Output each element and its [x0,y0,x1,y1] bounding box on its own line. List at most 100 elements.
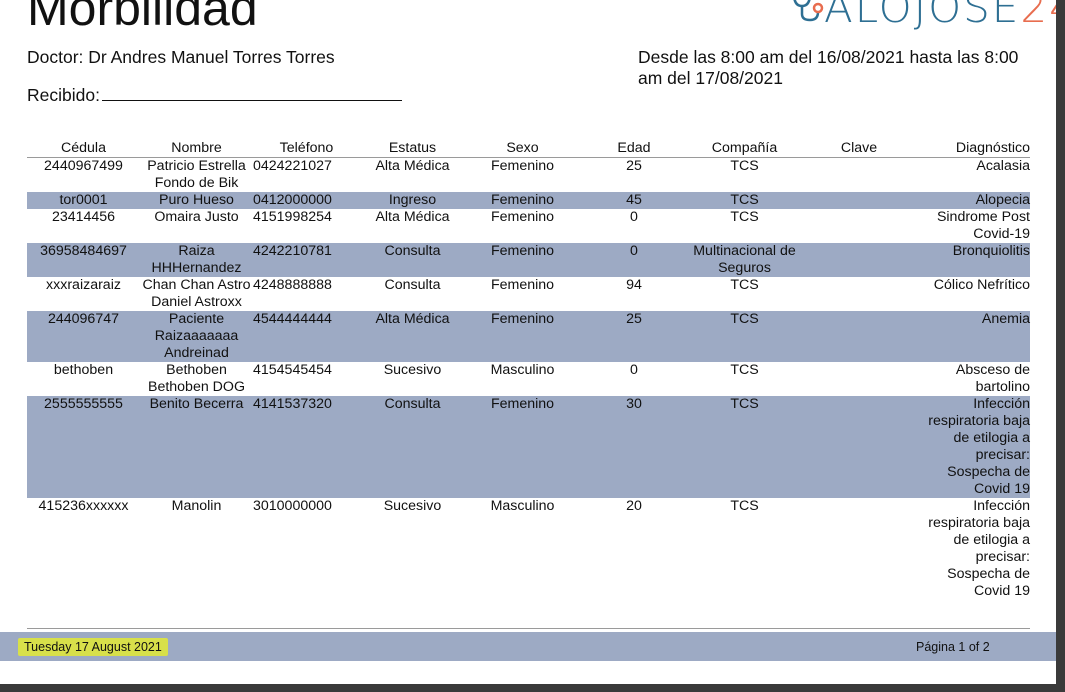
cell-nombre: Manolin [171,498,222,514]
doctor-name: Doctor: Dr Andres Manuel Torres Torres [27,47,335,67]
cell-clave [801,158,917,193]
cell-diagnostico: Acalasia [976,158,1030,174]
cell-edad: 20 [626,498,642,514]
cell-edad: 0 [630,209,638,225]
morbidity-table: Cédula Nombre Teléfono Estatus Sexo Edad… [27,138,1030,600]
report-title: Morbilidad [27,0,258,36]
table-row: 36958484697 Raiza HHHernandez 4242210781 Co… [27,243,1030,277]
cell-sexo: Femenino [490,209,555,225]
cell-sexo: Masculino [490,362,555,378]
cell-clave [801,311,917,362]
viewer-background [0,684,1065,692]
received-label: Recibido: [27,85,100,105]
cell-telefono: 0412000000 [253,192,360,209]
cell-telefono: 0424221027 [253,158,332,174]
cell-clave [801,243,917,277]
cell-diagnostico: Cólico Nefrítico [933,277,1030,293]
cell-sexo: Femenino [490,158,555,174]
cell-telefono: 4242210781 [253,243,360,277]
cell-cedula: xxxraizaraiz [46,277,121,293]
cell-compania: TCS [730,498,759,514]
cell-sexo: Femenino [465,243,580,277]
table-row: xxxraizaraiz Chan Chan Astro Daniel Astro… [27,277,1030,311]
table-header-row: Cédula Nombre Teléfono Estatus Sexo Edad… [27,138,1030,158]
stethoscope-icon [793,0,824,22]
col-header-cedula: Cédula [27,138,140,158]
col-header-compania: Compañía [688,138,801,158]
cell-clave [801,209,917,243]
col-header-sexo: Sexo [465,138,580,158]
cell-edad: 0 [580,243,688,277]
cell-sexo: Femenino [490,277,555,293]
cell-cedula: 23414456 [51,209,116,225]
report-page: Morbilidad ALOJOSE24 Doctor: Dr Andres M… [0,0,1056,684]
cell-compania: Multinacional de Seguros [688,243,801,277]
cell-estatus: Alta Médica [360,311,465,362]
table-row: 244096747 Paciente Raizaaaaaaa Andreinad 4… [27,311,1030,362]
cell-estatus: Ingreso [360,192,465,209]
cell-nombre: Omaira Justo [154,209,239,225]
viewer-background-right [1056,0,1065,692]
cell-estatus: Sucesivo [383,362,442,378]
col-header-diagnostico: Diagnóstico [917,138,1030,158]
cell-estatus: Alta Médica [375,209,450,225]
page-footer: Tuesday 17 August 2021 Página 1 of 2 [0,632,1056,661]
cell-compania: TCS [730,277,759,293]
cell-nombre: Bethoben Bethoben DOG [147,362,245,395]
cell-diagnostico: Alopecia [917,192,1030,209]
col-header-edad: Edad [580,138,688,158]
cell-nombre: Puro Hueso [140,192,253,209]
cell-sexo: Femenino [465,192,580,209]
col-header-clave: Clave [801,138,917,158]
received-field: Recibido: [27,84,402,106]
cell-estatus: Consulta [360,243,465,277]
cell-edad: 30 [580,396,688,498]
cell-nombre: Benito Becerra [140,396,253,498]
cell-edad: 25 [580,311,688,362]
cell-edad: 25 [626,158,642,174]
cell-diagnostico: Anemia [917,311,1030,362]
cell-cedula: 36958484697 [27,243,140,277]
cell-diagnostico: Infección respiratoria baja de etilogia … [928,498,1030,599]
cell-telefono: 4544444444 [253,311,360,362]
table-row: tor0001 Puro Hueso 0412000000 Ingreso Femeni… [27,192,1030,209]
table-row: 23414456 Omaira Justo 4151998254 Alta Médic… [27,209,1030,243]
cell-telefono: 4248888888 [253,277,332,293]
cell-compania: TCS [730,362,759,378]
table-row: bethoben Bethoben Bethoben DOG 4154545454 S… [27,362,1030,396]
cell-estatus: Alta Médica [375,158,450,174]
cell-telefono: 3010000000 [253,498,332,514]
cell-compania: TCS [730,158,759,174]
cell-estatus: Consulta [360,396,465,498]
cell-cedula: 2555555555 [27,396,140,498]
table-row: 415236xxxxxx Manolin 3010000000 Sucesivo Mas… [27,498,1030,600]
cell-compania: TCS [688,192,801,209]
cell-compania: TCS [688,396,801,498]
cell-cedula: 244096747 [27,311,140,362]
table-row: 2440967499 Patricio Estrella Fondo de Bik… [27,158,1030,193]
cell-clave [801,192,917,209]
cell-nombre: Chan Chan Astro Daniel Astroxx [142,277,251,310]
cell-telefono: 4151998254 [253,209,332,225]
cell-sexo: Masculino [490,498,555,514]
cell-telefono: 4154545454 [253,362,332,378]
logo-wordmark: ALOJOSE24 [824,0,1056,32]
page-number: Página 1 of 2 [916,640,990,654]
cell-edad: 94 [626,277,642,293]
cell-estatus: Sucesivo [383,498,442,514]
cell-cedula: 415236xxxxxx [38,498,129,514]
cell-nombre: Raiza HHHernandez [140,243,253,277]
cell-edad: 45 [580,192,688,209]
cell-clave [801,498,917,600]
cell-diagnostico: Infección respiratoria baja de etilogia … [917,396,1030,498]
cell-edad: 0 [630,362,638,378]
col-header-nombre: Nombre [140,138,253,158]
cell-estatus: Consulta [384,277,441,293]
table-row: 2555555555 Benito Becerra 4141537320 Consul… [27,396,1030,498]
footer-date: Tuesday 17 August 2021 [18,638,168,656]
cell-clave [801,362,917,396]
cell-diagnostico: Absceso de bartolino [955,362,1030,395]
col-header-telefono: Teléfono [253,138,360,158]
table-bottom-rule [27,628,1030,629]
company-logo: ALOJOSE24 [790,0,1056,30]
